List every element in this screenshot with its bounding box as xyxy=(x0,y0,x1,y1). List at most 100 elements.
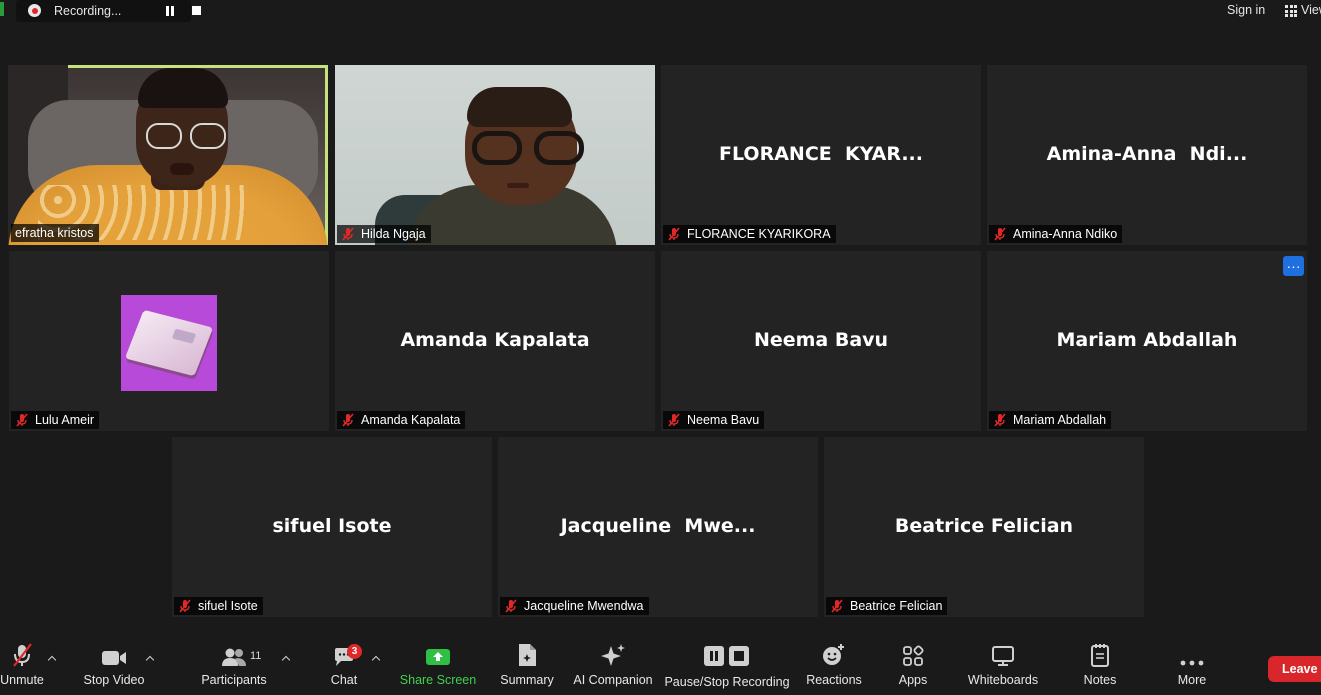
participant-tile-amina-anna-ndiko[interactable]: Amina-Anna Ndi... Amina-Anna Ndiko xyxy=(987,65,1307,245)
recording-indicator: Recording... xyxy=(16,0,201,22)
mic-muted-icon xyxy=(341,413,355,427)
video-options-chevron-icon[interactable] xyxy=(146,655,154,663)
recording-controls-icon xyxy=(703,637,751,671)
view-grid-icon[interactable] xyxy=(1285,5,1297,17)
participant-display-name: FLORANCE KYAR... xyxy=(719,143,923,165)
participant-tile-hilda-ngaja[interactable]: Hilda Ngaja xyxy=(335,65,655,245)
apps-label: Apps xyxy=(898,673,928,687)
mic-muted-icon xyxy=(830,599,844,613)
more-button[interactable]: More xyxy=(1172,637,1212,695)
stop-video-button[interactable]: Stop Video xyxy=(80,637,148,695)
participant-name-tag: Lulu Ameir xyxy=(11,411,100,429)
apps-button[interactable]: Apps xyxy=(895,637,931,695)
participant-tile-jacqueline-mwendwa[interactable]: Jacqueline Mwe... Jacqueline Mwendwa xyxy=(498,437,818,617)
participant-display-name: Neema Bavu xyxy=(753,329,889,351)
sign-in-link[interactable]: Sign in xyxy=(1227,3,1265,17)
participant-display-name: Beatrice Felician xyxy=(894,515,1074,537)
pause-stop-recording-label: Pause/Stop Recording xyxy=(664,675,790,689)
mic-muted-icon xyxy=(11,637,33,671)
participants-icon xyxy=(221,637,247,671)
stop-recording-icon[interactable] xyxy=(192,6,201,15)
participant-name-tag: Hilda Ngaja xyxy=(337,225,431,243)
participant-name: Lulu Ameir xyxy=(35,413,95,427)
audio-options-chevron-icon[interactable] xyxy=(48,655,56,663)
mic-muted-icon xyxy=(993,413,1007,427)
participant-display-name: Mariam Abdallah xyxy=(1056,329,1238,351)
more-label: More xyxy=(1177,673,1207,687)
share-screen-icon xyxy=(425,637,451,671)
mic-muted-icon xyxy=(667,227,681,241)
participant-name-tag: Mariam Abdallah xyxy=(989,411,1112,429)
participant-name: Amanda Kapalata xyxy=(361,413,461,427)
participant-name: Mariam Abdallah xyxy=(1013,413,1107,427)
chat-unread-badge: 3 xyxy=(347,644,362,659)
participants-options-chevron-icon[interactable] xyxy=(282,655,290,663)
apps-icon xyxy=(902,637,924,671)
recording-label: Recording... xyxy=(54,4,122,18)
mic-muted-icon xyxy=(993,227,1007,241)
participant-tile-sifuel-isote[interactable]: sifuel Isote sifuel Isote xyxy=(172,437,492,617)
participant-tile-lulu-ameir[interactable]: Lulu Ameir xyxy=(9,251,329,431)
participants-button[interactable]: Participants xyxy=(200,637,268,695)
participant-name: FLORANCE KYARIKORA xyxy=(687,227,831,241)
view-button[interactable]: View xyxy=(1301,3,1321,17)
participant-name: Jacqueline Mwendwa xyxy=(524,599,644,613)
mic-muted-icon xyxy=(504,599,518,613)
ai-sparkle-icon xyxy=(600,637,626,671)
participant-name-tag: efratha kristos xyxy=(11,224,99,242)
ai-companion-label: AI Companion xyxy=(573,673,653,687)
participant-name-tag: sifuel Isote xyxy=(174,597,263,615)
participant-name: efratha kristos xyxy=(15,226,94,240)
participant-name-tag: Amanda Kapalata xyxy=(337,411,466,429)
whiteboards-button[interactable]: Whiteboards xyxy=(965,637,1041,695)
notes-button[interactable]: Notes xyxy=(1080,637,1120,695)
participant-display-name: sifuel Isote xyxy=(272,515,392,537)
participant-name-tag: Beatrice Felician xyxy=(826,597,948,615)
participant-display-name: Jacqueline Mwe... xyxy=(560,515,756,537)
ai-companion-button[interactable]: AI Companion xyxy=(572,637,654,695)
participant-tile-amanda-kapalata[interactable]: Amanda Kapalata Amanda Kapalata xyxy=(335,251,655,431)
meeting-toolbar: Unmute Stop Video Participants 11 Chat S… xyxy=(0,637,1321,695)
participants-count: 11 xyxy=(250,650,262,662)
more-dots-icon xyxy=(1180,637,1204,671)
video-camera-icon xyxy=(101,637,127,671)
reactions-label: Reactions xyxy=(806,673,862,687)
notes-icon xyxy=(1090,637,1110,671)
share-screen-label: Share Screen xyxy=(399,673,477,687)
mic-muted-icon xyxy=(667,413,681,427)
chat-options-chevron-icon[interactable] xyxy=(372,655,380,663)
notes-label: Notes xyxy=(1083,673,1117,687)
participant-name: sifuel Isote xyxy=(198,599,258,613)
recording-dot-icon xyxy=(28,4,41,17)
participant-tile-florance-kyarikora[interactable]: FLORANCE KYAR... FLORANCE KYARIKORA xyxy=(661,65,981,245)
participant-tile-efratha-kristos[interactable]: efratha kristos xyxy=(8,65,328,245)
participant-name: Amina-Anna Ndiko xyxy=(1013,227,1118,241)
participant-name: Beatrice Felician xyxy=(850,599,943,613)
participant-name-tag: Neema Bavu xyxy=(663,411,765,429)
participant-tile-neema-bavu[interactable]: Neema Bavu Neema Bavu xyxy=(661,251,981,431)
leave-button[interactable]: Leave xyxy=(1268,656,1321,682)
reactions-smiley-icon xyxy=(822,637,846,671)
reactions-button[interactable]: Reactions xyxy=(805,637,863,695)
avatar xyxy=(121,295,217,391)
whiteboards-label: Whiteboards xyxy=(967,673,1039,687)
share-screen-button[interactable]: Share Screen xyxy=(400,637,476,695)
participant-name-tag: Amina-Anna Ndiko xyxy=(989,225,1123,243)
participant-tile-mariam-abdallah[interactable]: Mariam Abdallah Mariam Abdallah xyxy=(987,251,1307,431)
whiteboard-icon xyxy=(991,637,1015,671)
participant-name: Neema Bavu xyxy=(687,413,760,427)
pause-stop-recording-button[interactable]: Pause/Stop Recording xyxy=(664,637,790,695)
security-shield-icon[interactable] xyxy=(0,2,4,16)
more-options-button[interactable]: ··· xyxy=(1283,256,1304,276)
summary-label: Summary xyxy=(500,673,554,687)
summary-button[interactable]: Summary xyxy=(498,637,556,695)
mic-muted-icon xyxy=(178,599,192,613)
summary-document-icon xyxy=(516,637,538,671)
unmute-button[interactable]: Unmute xyxy=(0,637,44,695)
unmute-label: Unmute xyxy=(0,673,44,687)
participant-name-tag: Jacqueline Mwendwa xyxy=(500,597,649,615)
participant-tile-beatrice-felician[interactable]: Beatrice Felician Beatrice Felician xyxy=(824,437,1144,617)
mic-muted-icon xyxy=(341,227,355,241)
pause-recording-icon[interactable] xyxy=(165,6,175,16)
mic-muted-icon xyxy=(15,413,29,427)
